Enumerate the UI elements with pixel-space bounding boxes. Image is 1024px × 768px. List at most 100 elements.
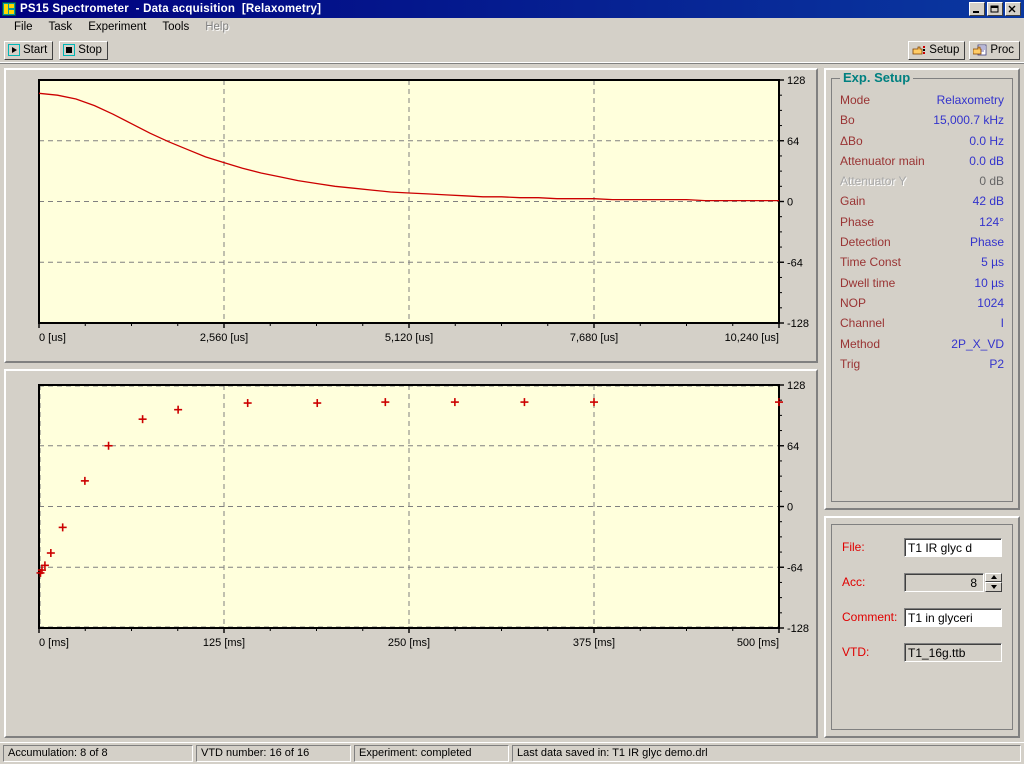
app-icon xyxy=(2,2,16,16)
setup-row-mode[interactable]: Mode Relaxometry xyxy=(840,93,1004,113)
menu-item-tools[interactable]: Tools xyxy=(154,20,197,34)
exp-setup-groupbox: Exp. Setup Mode Relaxometry Bo 15,000.7 kHz… xyxy=(831,70,1013,502)
acc-input[interactable]: 8 xyxy=(904,572,984,592)
comment-input[interactable]: T1 in glyceri xyxy=(904,607,1002,627)
setup-row-time-const[interactable]: Time Const 5 µs xyxy=(840,255,1004,275)
setup-row-value: 0.0 Hz xyxy=(969,133,1004,148)
svg-text:-128: -128 xyxy=(787,623,809,635)
chevron-down-icon xyxy=(990,584,997,589)
fid-chart-panel: 128 64 0 -64 -128 0 [us] 2,560 [us] 5,120 [us] 7… xyxy=(4,68,818,363)
status-bar: Accumulation: 8 of 8 VTD number: 16 of 1… xyxy=(0,742,1024,764)
setup-button-label: Setup xyxy=(929,44,960,56)
stop-icon xyxy=(63,44,76,56)
spinner-up-button[interactable] xyxy=(985,572,1002,582)
svg-text:-128: -128 xyxy=(787,318,809,330)
acc-row: Acc: 8 xyxy=(842,569,1002,595)
setup-row-attenuator-main[interactable]: Attenuator main 0.0 dB xyxy=(840,154,1004,174)
exp-setup-rows: Mode Relaxometry Bo 15,000.7 kHz ΔBo 0.0 Hz At… xyxy=(840,93,1004,377)
menu-item-experiment[interactable]: Experiment xyxy=(80,20,154,34)
fid-plot[interactable]: 128 64 0 -64 -128 0 [us] 2,560 [us] 5,120 [us] 7… xyxy=(6,70,816,361)
spinner-down-button[interactable] xyxy=(985,582,1002,592)
file-form-panel: File: T1 IR glyc d Acc: 8 Comment: T1 in… xyxy=(824,516,1020,738)
vtd-input[interactable]: T1_16g.ttb xyxy=(904,642,1002,662)
svg-text:0: 0 xyxy=(787,197,793,209)
setup-row-detection[interactable]: Detection Phase xyxy=(840,235,1004,255)
stop-button[interactable]: Stop xyxy=(59,40,108,60)
exp-setup-panel: Exp. Setup Mode Relaxometry Bo 15,000.7 kHz… xyxy=(824,68,1020,510)
close-button[interactable] xyxy=(1005,2,1021,16)
setup-row-label: Channel xyxy=(840,316,885,331)
setup-row-channel[interactable]: Channel I xyxy=(840,316,1004,336)
setup-row-method[interactable]: Method 2P_X_VD xyxy=(840,337,1004,357)
minimize-button[interactable] xyxy=(969,2,985,16)
svg-text:5,120 [us]: 5,120 [us] xyxy=(385,332,433,344)
proc-button[interactable]: Proc xyxy=(969,40,1020,60)
svg-text:7,680 [us]: 7,680 [us] xyxy=(570,332,618,344)
menu-item-file[interactable]: File xyxy=(6,20,41,34)
hand-pointer-icon xyxy=(912,44,926,56)
setup-row-value: Relaxometry xyxy=(936,93,1004,107)
toolbar-right-group: Setup Proc xyxy=(908,40,1020,60)
setup-row-value: P2 xyxy=(989,356,1004,371)
vtd-row: VTD: T1_16g.ttb xyxy=(842,639,1002,665)
comment-row: Comment: T1 in glyceri xyxy=(842,604,1002,630)
bottom-filler xyxy=(0,764,1024,768)
setup-row-value: 5 µs xyxy=(981,255,1004,270)
charts-column: 128 64 0 -64 -128 0 [us] 2,560 [us] 5,120 [us] 7… xyxy=(4,68,818,738)
svg-text:2,560 [us]: 2,560 [us] xyxy=(200,332,248,344)
setup-row-bo[interactable]: ΔBo 0.0 Hz xyxy=(840,134,1004,154)
setup-row-dwell-time[interactable]: Dwell time 10 µs xyxy=(840,276,1004,296)
setup-button[interactable]: Setup xyxy=(908,40,966,60)
setup-row-value: 15,000.7 kHz xyxy=(933,113,1004,128)
setup-row-label: Method xyxy=(840,336,881,351)
setup-row-value: 10 µs xyxy=(974,275,1004,290)
setup-row-value: Phase xyxy=(969,235,1004,250)
file-label: File: xyxy=(842,540,865,554)
setup-row-trig[interactable]: Trig P2 xyxy=(840,357,1004,377)
svg-text:10,240 [us]: 10,240 [us] xyxy=(725,332,779,344)
proc-button-label: Proc xyxy=(990,44,1014,56)
window-title: PS15 Spectrometer - Data acquisition [Re… xyxy=(20,3,322,15)
setup-row-bo[interactable]: Bo 15,000.7 kHz xyxy=(840,113,1004,133)
acc-stepper[interactable]: 8 xyxy=(904,572,1002,592)
file-row: File: T1 IR glyc d xyxy=(842,534,1002,560)
setup-row-nop[interactable]: NOP 1024 xyxy=(840,296,1004,316)
right-column: Exp. Setup Mode Relaxometry Bo 15,000.7 kHz… xyxy=(824,68,1020,738)
setup-row-label: Mode xyxy=(840,93,871,107)
start-button[interactable]: Start xyxy=(4,40,54,60)
setup-row-label: NOP xyxy=(840,295,867,310)
setup-row-label: Phase xyxy=(840,214,875,229)
svg-text:128: 128 xyxy=(787,380,805,392)
setup-row-value: 0.0 dB xyxy=(969,153,1004,168)
svg-text:128: 128 xyxy=(787,75,805,87)
setup-row-phase[interactable]: Phase 124° xyxy=(840,215,1004,235)
svg-text:64: 64 xyxy=(787,441,799,453)
setup-row-label: Trig xyxy=(840,356,861,371)
file-input[interactable]: T1 IR glyc d xyxy=(904,537,1002,557)
svg-text:64: 64 xyxy=(787,136,799,148)
acc-label: Acc: xyxy=(842,575,866,589)
setup-row-label: Time Const xyxy=(840,255,901,270)
toolbar: Start Stop Setup Proc xyxy=(0,37,1024,64)
comment-label: Comment: xyxy=(842,610,898,624)
restore-button[interactable] xyxy=(987,2,1003,16)
svg-text:0: 0 xyxy=(787,502,793,514)
acc-spinner-arrows[interactable] xyxy=(985,572,1002,592)
svg-text:375 [ms]: 375 [ms] xyxy=(573,637,615,649)
menu-bar: File Task Experiment Tools Help xyxy=(0,18,1024,37)
svg-text:0 [us]: 0 [us] xyxy=(39,332,66,344)
svg-text:0 [ms]: 0 [ms] xyxy=(39,637,69,649)
vtd-chart-panel: 128 64 0 -64 -128 0 [ms] 125 [ms] 250 [ms] 375 [… xyxy=(4,369,818,738)
setup-row-label: Detection xyxy=(840,235,891,250)
menu-item-task[interactable]: Task xyxy=(41,20,81,34)
chevron-up-icon xyxy=(990,575,997,580)
setup-row-gain[interactable]: Gain 42 dB xyxy=(840,194,1004,214)
main-content: 128 64 0 -64 -128 0 [us] 2,560 [us] 5,120 [us] 7… xyxy=(0,64,1024,742)
title-bar: PS15 Spectrometer - Data acquisition [Re… xyxy=(0,0,1024,18)
menu-item-help: Help xyxy=(205,21,229,33)
setup-row-value: 42 dB xyxy=(972,194,1004,209)
status-vtd-number: VTD number: 16 of 16 xyxy=(196,745,351,762)
setup-row-attenuator-y[interactable]: Attenuator Y 0 dB xyxy=(840,174,1004,194)
vtd-plot[interactable]: 128 64 0 -64 -128 0 [ms] 125 [ms] 250 [ms] 375 [… xyxy=(6,371,816,736)
setup-row-value: 0 dB xyxy=(979,174,1004,189)
